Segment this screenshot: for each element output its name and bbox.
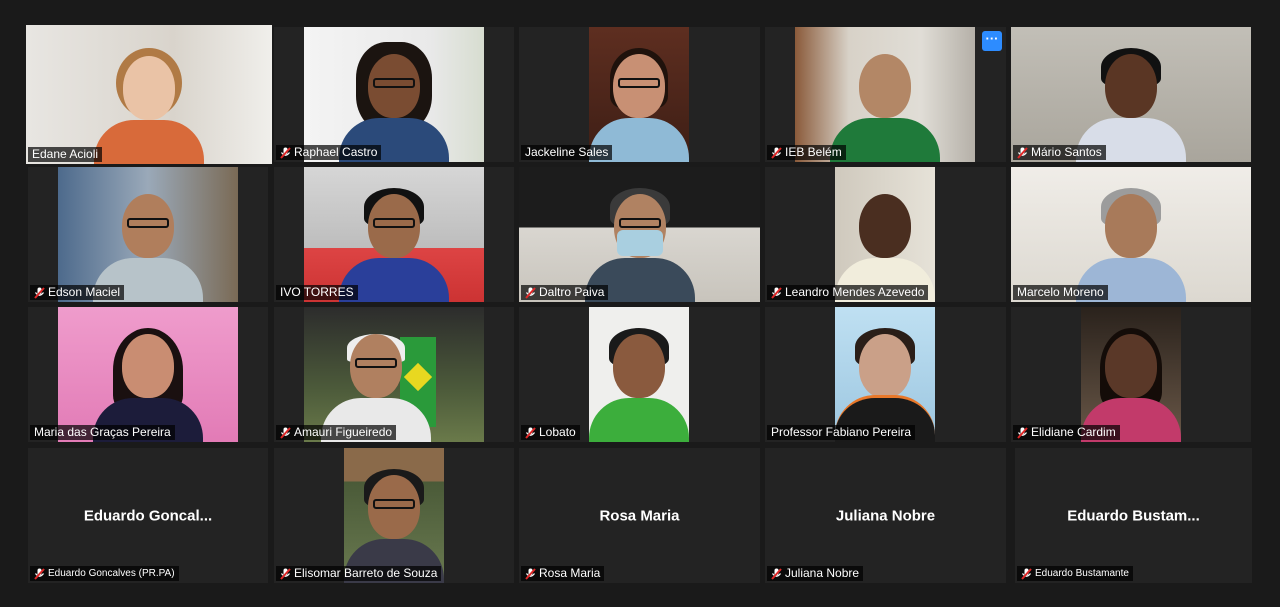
participant-name-label: Marcelo Moreno (1013, 285, 1108, 300)
participant-tile[interactable]: Leandro Mendes Azevedo (765, 167, 1006, 302)
muted-mic-icon (34, 567, 45, 580)
participant-name-label: Eduardo Goncalves (PR.PA) (30, 566, 179, 581)
muted-mic-icon (525, 567, 536, 580)
participant-tile[interactable]: Elidiane Cardim (1011, 307, 1251, 442)
video-feed (58, 167, 238, 302)
participant-name-label: Lobato (521, 425, 580, 440)
muted-mic-icon (280, 567, 291, 580)
participant-name-label: Rosa Maria (521, 566, 605, 581)
participant-tile[interactable]: Jackeline Sales (519, 27, 760, 162)
participant-tile[interactable]: Eduardo Bustam... Eduardo Bustamante (1015, 448, 1252, 583)
participant-name-label: Professor Fabiano Pereira (767, 425, 916, 440)
participant-name-label: Amauri Figueiredo (276, 425, 397, 440)
participant-tile[interactable]: IVO TORRES (274, 167, 514, 302)
video-feed (835, 167, 935, 302)
muted-mic-icon (525, 286, 536, 299)
participant-tile[interactable]: Juliana Nobre Juliana Nobre (765, 448, 1006, 583)
participant-name-label: Raphael Castro (276, 145, 382, 160)
participant-tile[interactable]: Lobato (519, 307, 760, 442)
participant-tile[interactable]: Marcelo Moreno (1011, 167, 1251, 302)
participant-tile[interactable]: Mário Santos (1011, 27, 1251, 162)
muted-mic-icon (771, 286, 782, 299)
participant-name-label: Jackeline Sales (521, 145, 613, 160)
participant-name-label: Elidiane Cardim (1013, 425, 1120, 440)
muted-mic-icon (1017, 426, 1028, 439)
muted-mic-icon (1021, 567, 1032, 580)
muted-mic-icon (771, 567, 782, 580)
video-feed (304, 27, 484, 162)
participant-display-name: Eduardo Bustam... (1067, 507, 1200, 524)
participant-tile[interactable]: Edane Acioli (26, 25, 272, 164)
participant-name-label: Edane Acioli (28, 147, 103, 162)
participant-display-name: Eduardo Goncal... (83, 507, 213, 524)
video-feed (1011, 27, 1251, 162)
participant-tile[interactable]: Amauri Figueiredo (274, 307, 514, 442)
muted-mic-icon (280, 426, 291, 439)
video-feed (1011, 167, 1251, 302)
muted-mic-icon (280, 146, 291, 159)
video-feed (344, 448, 444, 583)
muted-mic-icon (34, 286, 45, 299)
participant-name-label: Eduardo Bustamante (1017, 566, 1133, 581)
video-feed (58, 307, 238, 442)
video-feed (835, 307, 935, 442)
participant-display-name: Juliana Nobre (835, 507, 936, 524)
video-feed (304, 167, 484, 302)
video-feed (26, 25, 272, 164)
participant-name-label: Mário Santos (1013, 145, 1106, 160)
muted-mic-icon (1017, 146, 1028, 159)
participant-tile[interactable]: Rosa Maria Rosa Maria (519, 448, 760, 583)
more-options-button[interactable]: ··· (982, 31, 1002, 51)
participant-tile[interactable]: Professor Fabiano Pereira (765, 307, 1006, 442)
participant-name-label: Leandro Mendes Azevedo (767, 285, 929, 300)
video-feed (589, 27, 689, 162)
participant-tile[interactable]: Elisomar Barreto de Souza (274, 448, 514, 583)
participant-name-label: IVO TORRES (276, 285, 358, 300)
muted-mic-icon (525, 426, 536, 439)
video-feed (519, 167, 760, 302)
video-feed (1081, 307, 1181, 442)
participant-tile[interactable]: Edson Maciel (28, 167, 268, 302)
participant-tile[interactable]: Daltro Paiva (519, 167, 760, 302)
participant-name-label: Elisomar Barreto de Souza (276, 566, 442, 581)
participant-tile[interactable]: Raphael Castro (274, 27, 514, 162)
video-feed (304, 307, 484, 442)
participant-display-name: Rosa Maria (599, 507, 680, 524)
participant-name-label: IEB Belém (767, 145, 846, 160)
video-feed (589, 307, 689, 442)
participant-tile[interactable]: ··· IEB Belém (765, 27, 1006, 162)
participant-tile[interactable]: Maria das Graças Pereira (28, 307, 268, 442)
participant-name-label: Juliana Nobre (767, 566, 864, 581)
muted-mic-icon (771, 146, 782, 159)
participant-name-label: Maria das Graças Pereira (30, 425, 175, 440)
participant-tile[interactable]: Eduardo Goncal... Eduardo Goncalves (PR.… (28, 448, 268, 583)
video-feed (795, 27, 975, 162)
participant-name-label: Edson Maciel (30, 285, 125, 300)
participant-name-label: Daltro Paiva (521, 285, 609, 300)
